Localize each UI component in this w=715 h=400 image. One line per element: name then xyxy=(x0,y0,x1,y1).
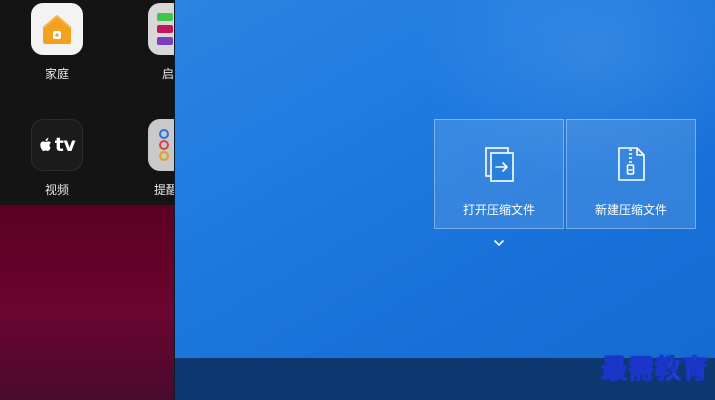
app-label-tv: 视频 xyxy=(44,183,69,197)
app-label-home: 家庭 xyxy=(44,67,69,81)
app-label-reminders: 提醒 xyxy=(154,183,175,197)
app-tile-home[interactable]: 家庭 xyxy=(27,3,87,82)
chevron-down-icon[interactable] xyxy=(492,233,506,246)
watermark-logo: 最需教育 xyxy=(600,355,709,386)
new-archive-icon xyxy=(613,145,649,183)
new-archive-button[interactable]: 新建压缩文件 xyxy=(566,119,696,229)
open-archive-label: 打开压缩文件 xyxy=(462,203,535,217)
launchpad-panel: 家庭 启 tv 视频 提醒 xyxy=(0,0,175,205)
app-tile-tv[interactable]: tv 视频 xyxy=(27,119,87,198)
new-archive-label: 新建压缩文件 xyxy=(594,203,667,217)
window-divider xyxy=(174,0,175,400)
home-icon[interactable] xyxy=(31,3,83,55)
tv-glyph: tv xyxy=(54,134,76,156)
app-label-partial-top: 启 xyxy=(162,67,175,81)
apple-tv-icon[interactable]: tv xyxy=(31,119,83,171)
reminders-icon[interactable] xyxy=(148,119,175,171)
archive-app-window: 打开压缩文件 新建压缩文件 xyxy=(175,0,715,358)
app-tile-reminders[interactable]: 提醒 xyxy=(144,119,175,198)
open-archive-button[interactable]: 打开压缩文件 xyxy=(434,119,564,229)
app-tile-partial-top[interactable]: 启 xyxy=(144,3,175,82)
desktop-wallpaper xyxy=(0,205,175,400)
reminders-icon[interactable] xyxy=(148,3,175,55)
open-archive-icon xyxy=(481,145,517,183)
